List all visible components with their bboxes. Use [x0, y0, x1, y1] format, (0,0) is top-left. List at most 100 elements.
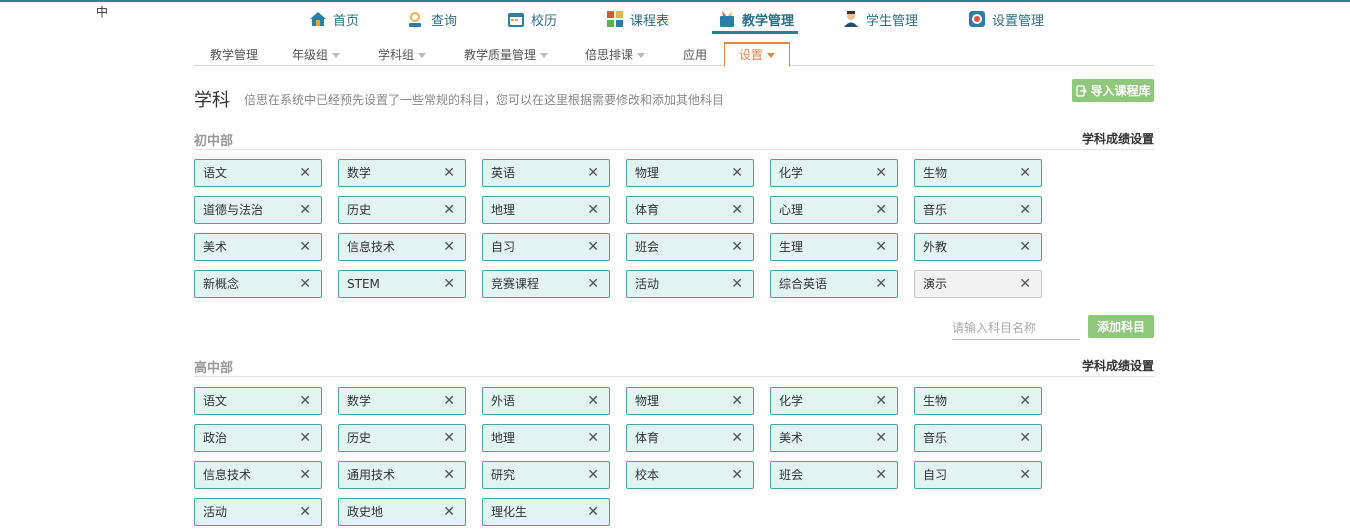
subject-tag[interactable]: 活动 ✕	[194, 498, 322, 526]
remove-subject-icon[interactable]: ✕	[443, 462, 455, 488]
remove-subject-icon[interactable]: ✕	[299, 462, 311, 488]
remove-subject-icon[interactable]: ✕	[731, 160, 743, 186]
subject-tag[interactable]: 自习 ✕	[482, 233, 610, 261]
remove-subject-icon[interactable]: ✕	[443, 234, 455, 260]
remove-subject-icon[interactable]: ✕	[587, 271, 599, 297]
remove-subject-icon[interactable]: ✕	[731, 425, 743, 451]
remove-subject-icon[interactable]: ✕	[587, 234, 599, 260]
remove-subject-icon[interactable]: ✕	[1019, 271, 1031, 297]
subject-tag[interactable]: 信息技术 ✕	[338, 233, 466, 261]
remove-subject-icon[interactable]: ✕	[299, 160, 311, 186]
subject-tag[interactable]: 综合英语 ✕	[770, 270, 898, 298]
subject-tag[interactable]: 音乐 ✕	[914, 196, 1042, 224]
remove-subject-icon[interactable]: ✕	[875, 160, 887, 186]
subject-name-input[interactable]	[952, 316, 1080, 340]
subject-tag[interactable]: 音乐 ✕	[914, 424, 1042, 452]
remove-subject-icon[interactable]: ✕	[587, 197, 599, 223]
subject-tag[interactable]: 活动 ✕	[626, 270, 754, 298]
subject-tag[interactable]: 道德与法治 ✕	[194, 196, 322, 224]
subject-tag[interactable]: 政治 ✕	[194, 424, 322, 452]
remove-subject-icon[interactable]: ✕	[443, 499, 455, 525]
remove-subject-icon[interactable]: ✕	[875, 271, 887, 297]
remove-subject-icon[interactable]: ✕	[587, 499, 599, 525]
subject-tag[interactable]: 研究 ✕	[482, 461, 610, 489]
nav-students[interactable]: 学生管理	[842, 6, 918, 32]
subject-tag[interactable]: 理化生 ✕	[482, 498, 610, 526]
subject-tag[interactable]: 地理 ✕	[482, 424, 610, 452]
remove-subject-icon[interactable]: ✕	[299, 234, 311, 260]
subject-tag[interactable]: 班会 ✕	[770, 461, 898, 489]
subject-tag[interactable]: 语文 ✕	[194, 159, 322, 187]
subject-tag[interactable]: 自习 ✕	[914, 461, 1042, 489]
subnav-scheduling[interactable]: 倍思排课	[585, 42, 646, 66]
import-course-library-button[interactable]: 导入课程库	[1072, 79, 1154, 102]
subject-tag[interactable]: 语文 ✕	[194, 387, 322, 415]
subject-tag[interactable]: 校本 ✕	[626, 461, 754, 489]
remove-subject-icon[interactable]: ✕	[731, 388, 743, 414]
remove-subject-icon[interactable]: ✕	[1019, 160, 1031, 186]
nav-calendar[interactable]: 校历	[507, 6, 557, 32]
subnav-apps[interactable]: 应用	[683, 42, 707, 66]
remove-subject-icon[interactable]: ✕	[1019, 462, 1031, 488]
subnav-grade[interactable]: 年级组	[292, 42, 341, 66]
remove-subject-icon[interactable]: ✕	[1019, 197, 1031, 223]
remove-subject-icon[interactable]: ✕	[443, 388, 455, 414]
subnav-subject-group[interactable]: 学科组	[378, 42, 427, 66]
subject-tag[interactable]: 通用技术 ✕	[338, 461, 466, 489]
subject-tag[interactable]: 生物 ✕	[914, 159, 1042, 187]
remove-subject-icon[interactable]: ✕	[1019, 388, 1031, 414]
remove-subject-icon[interactable]: ✕	[1019, 425, 1031, 451]
subject-tag[interactable]: 体育 ✕	[626, 196, 754, 224]
remove-subject-icon[interactable]: ✕	[875, 388, 887, 414]
nav-timetable[interactable]: 课程表	[606, 6, 669, 32]
subject-tag[interactable]: 数学 ✕	[338, 159, 466, 187]
remove-subject-icon[interactable]: ✕	[731, 197, 743, 223]
subject-tag[interactable]: 美术 ✕	[194, 233, 322, 261]
remove-subject-icon[interactable]: ✕	[443, 160, 455, 186]
subject-tag[interactable]: 新概念 ✕	[194, 270, 322, 298]
subject-tag[interactable]: 信息技术 ✕	[194, 461, 322, 489]
remove-subject-icon[interactable]: ✕	[299, 197, 311, 223]
subject-tag[interactable]: STEM ✕	[338, 270, 466, 298]
subject-tag[interactable]: 竞赛课程 ✕	[482, 270, 610, 298]
subject-tag[interactable]: 外语 ✕	[482, 387, 610, 415]
remove-subject-icon[interactable]: ✕	[587, 160, 599, 186]
subject-tag[interactable]: 生物 ✕	[914, 387, 1042, 415]
subject-tag[interactable]: 历史 ✕	[338, 424, 466, 452]
remove-subject-icon[interactable]: ✕	[731, 271, 743, 297]
remove-subject-icon[interactable]: ✕	[587, 425, 599, 451]
remove-subject-icon[interactable]: ✕	[875, 425, 887, 451]
nav-teaching[interactable]: 教学管理	[718, 6, 794, 32]
remove-subject-icon[interactable]: ✕	[587, 388, 599, 414]
subject-tag[interactable]: 演示 ✕	[914, 270, 1042, 298]
subject-tag[interactable]: 班会 ✕	[626, 233, 754, 261]
senior-grade-settings-link[interactable]: 学科成绩设置	[1082, 357, 1154, 374]
remove-subject-icon[interactable]: ✕	[1019, 234, 1031, 260]
remove-subject-icon[interactable]: ✕	[731, 234, 743, 260]
subject-tag[interactable]: 历史 ✕	[338, 196, 466, 224]
remove-subject-icon[interactable]: ✕	[443, 425, 455, 451]
remove-subject-icon[interactable]: ✕	[731, 462, 743, 488]
remove-subject-icon[interactable]: ✕	[875, 462, 887, 488]
junior-grade-settings-link[interactable]: 学科成绩设置	[1082, 130, 1154, 147]
subject-tag[interactable]: 美术 ✕	[770, 424, 898, 452]
remove-subject-icon[interactable]: ✕	[443, 271, 455, 297]
subject-tag[interactable]: 物理 ✕	[626, 159, 754, 187]
subject-tag[interactable]: 数学 ✕	[338, 387, 466, 415]
subject-tag[interactable]: 外教 ✕	[914, 233, 1042, 261]
subnav-teaching[interactable]: 教学管理	[210, 42, 258, 66]
subject-tag[interactable]: 生理 ✕	[770, 233, 898, 261]
remove-subject-icon[interactable]: ✕	[875, 197, 887, 223]
nav-home[interactable]: 首页	[309, 6, 359, 32]
subject-tag[interactable]: 心理 ✕	[770, 196, 898, 224]
subject-tag[interactable]: 化学 ✕	[770, 159, 898, 187]
remove-subject-icon[interactable]: ✕	[299, 499, 311, 525]
subject-tag[interactable]: 政史地 ✕	[338, 498, 466, 526]
add-subject-button[interactable]: 添加科目	[1088, 315, 1154, 338]
subject-tag[interactable]: 物理 ✕	[626, 387, 754, 415]
remove-subject-icon[interactable]: ✕	[299, 425, 311, 451]
nav-query[interactable]: 查询	[407, 6, 457, 32]
subject-tag[interactable]: 体育 ✕	[626, 424, 754, 452]
remove-subject-icon[interactable]: ✕	[875, 234, 887, 260]
subject-tag[interactable]: 化学 ✕	[770, 387, 898, 415]
